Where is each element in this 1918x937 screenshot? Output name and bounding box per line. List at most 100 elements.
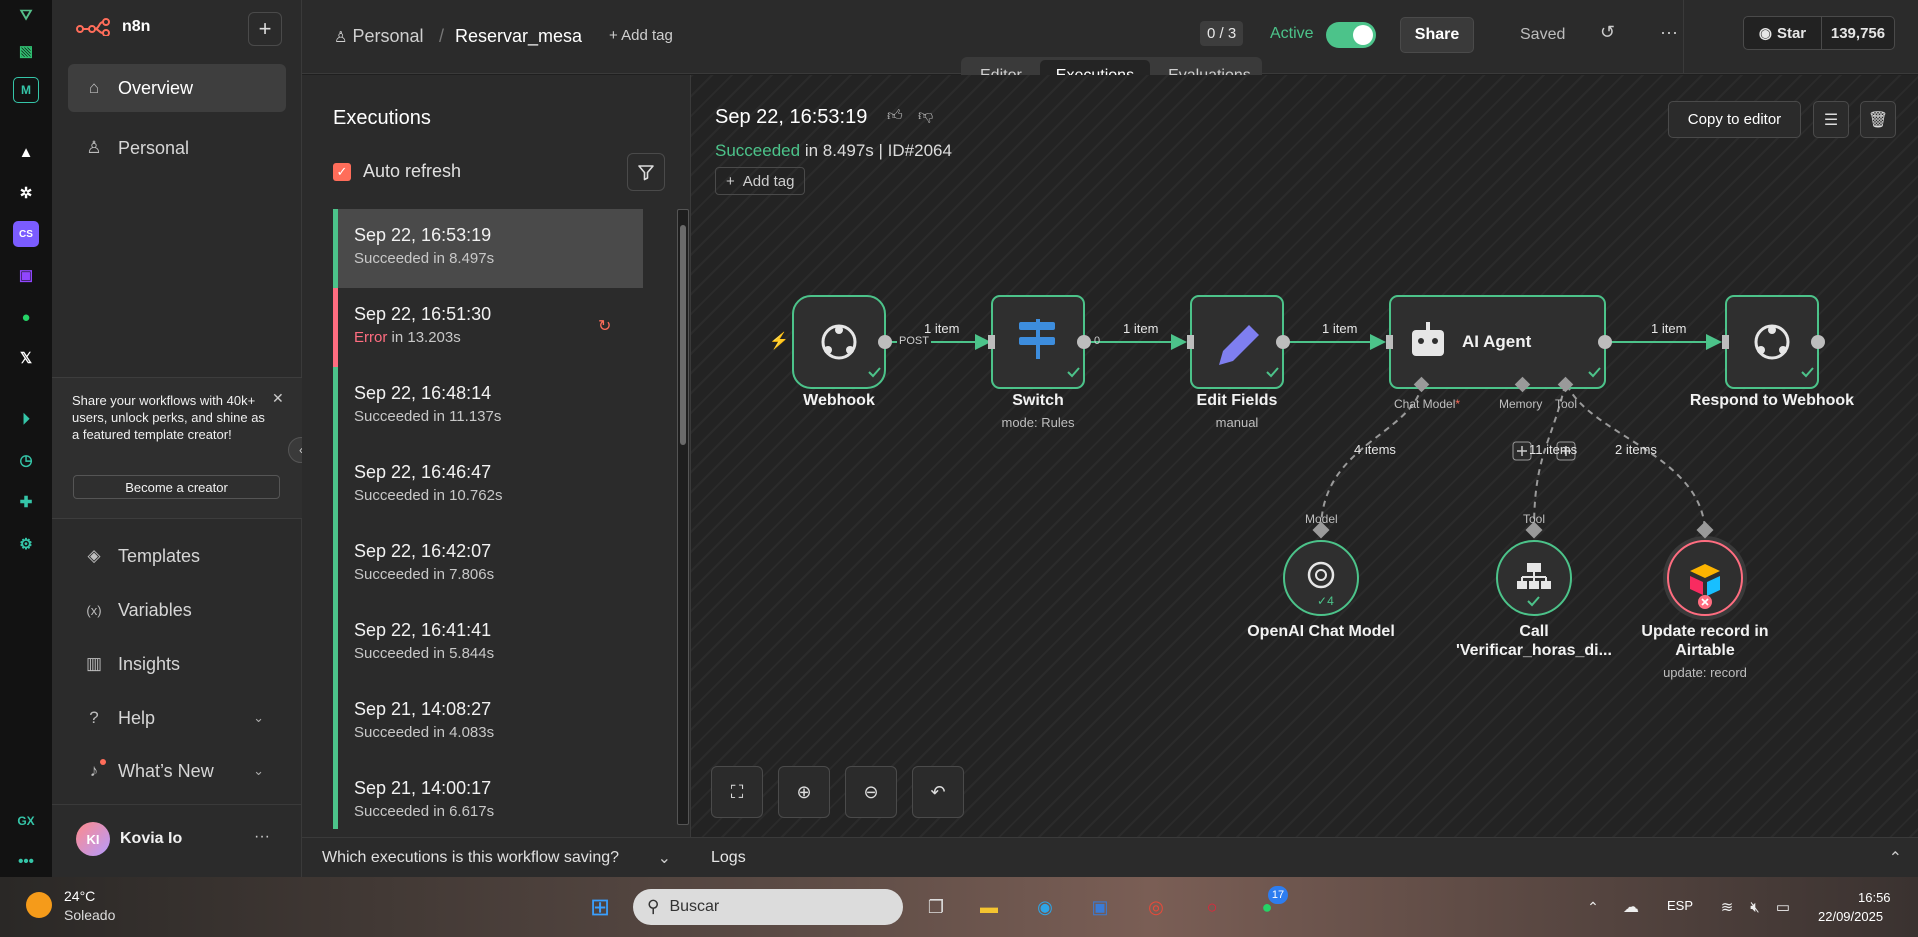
execution-item[interactable]: Sep 21, 14:00:17 Succeeded in 6.617s bbox=[333, 762, 643, 829]
active-label: Active bbox=[1270, 25, 1314, 42]
zoom-in-icon[interactable]: ⊕ bbox=[778, 766, 830, 818]
cs-icon[interactable]: CS bbox=[13, 221, 39, 247]
saved-status: Saved bbox=[1520, 26, 1566, 43]
gx-icon[interactable]: GX bbox=[13, 808, 39, 834]
clock-time[interactable]: 16:56 bbox=[1858, 890, 1891, 905]
edge-label-output: 0 bbox=[1094, 335, 1101, 347]
edge-label-post: POST bbox=[897, 335, 931, 347]
stripes-icon[interactable]: ▧ bbox=[13, 38, 39, 64]
settings-icon[interactable]: ⚙ bbox=[13, 531, 39, 557]
edge-label-items: 2 items bbox=[1615, 442, 1657, 457]
share-button[interactable]: Share bbox=[1400, 17, 1474, 53]
edge-browser-icon[interactable]: ◉ bbox=[1028, 890, 1062, 924]
puzzle-icon[interactable]: ✚ bbox=[13, 489, 39, 515]
battery-icon[interactable]: ▭ bbox=[1766, 890, 1800, 924]
chevron-down-icon: ⌄ bbox=[253, 710, 264, 725]
fit-view-icon[interactable]: ⛶ bbox=[711, 766, 763, 818]
templates-icon: ◈ bbox=[87, 546, 101, 565]
weather-icon[interactable] bbox=[26, 892, 52, 918]
port-model: Model bbox=[1305, 512, 1338, 526]
x-icon[interactable]: 𝕏 bbox=[13, 345, 39, 371]
active-toggle[interactable] bbox=[1326, 22, 1376, 48]
edge-label-items: 1 item bbox=[1651, 321, 1687, 336]
chevron-down-icon: ⌄ bbox=[253, 763, 264, 778]
drive-icon[interactable]: ⛛ bbox=[13, 2, 39, 28]
user-icon: ♙ bbox=[86, 138, 102, 157]
windows-start-icon[interactable]: ⊞ bbox=[583, 890, 617, 924]
execution-item[interactable]: Sep 22, 16:42:07 Succeeded in 7.806s bbox=[333, 525, 643, 604]
execution-item[interactable]: Sep 22, 16:53:19 Succeeded in 8.497s bbox=[333, 209, 643, 288]
nav-templates[interactable]: ◈ Templates bbox=[68, 532, 286, 580]
openai-icon[interactable]: ✲ bbox=[13, 180, 39, 206]
nav-personal[interactable]: ♙ Personal bbox=[68, 124, 286, 172]
filter-button[interactable] bbox=[627, 153, 665, 191]
file-explorer-icon[interactable]: ▬ bbox=[972, 890, 1006, 924]
execution-item[interactable]: Sep 21, 14:08:27 Succeeded in 4.083s bbox=[333, 683, 643, 762]
twitch-icon[interactable]: ▣ bbox=[13, 262, 39, 288]
create-button[interactable]: + bbox=[248, 12, 282, 46]
nav-whats-new[interactable]: ♪ What’s New ⌄ bbox=[68, 747, 286, 795]
task-view-icon[interactable]: ❐ bbox=[919, 890, 953, 924]
executions-panel: Executions ✓ Auto refresh Sep 22, 16:53:… bbox=[302, 75, 691, 837]
execution-status: Succeeded in 7.806s bbox=[354, 566, 643, 583]
port-chat-model-label: Chat Model bbox=[1394, 397, 1456, 411]
more-icon[interactable]: ••• bbox=[13, 848, 39, 874]
workflow-canvas[interactable]: Sep 22, 16:53:19 👍︎ 👎︎ Succeeded in 8.49… bbox=[691, 75, 1918, 837]
taskbar-search[interactable]: ⚲ Buscar bbox=[633, 889, 903, 925]
user-options-icon[interactable]: ··· bbox=[254, 828, 270, 846]
saving-settings-bar[interactable]: Which executions is this workflow saving… bbox=[302, 837, 691, 877]
execution-item[interactable]: Sep 22, 16:41:41 Succeeded in 5.844s bbox=[333, 604, 643, 683]
scrollbar-thumb[interactable] bbox=[680, 225, 686, 445]
workflow-name[interactable]: Reservar_mesa bbox=[455, 26, 582, 47]
reset-zoom-icon[interactable]: ↶ bbox=[912, 766, 964, 818]
execution-item[interactable]: Sep 22, 16:48:14 Succeeded in 11.137s bbox=[333, 367, 643, 446]
whatsapp-icon[interactable]: ● bbox=[13, 304, 39, 330]
language-indicator[interactable]: ESP bbox=[1667, 898, 1693, 913]
executions-scrollbar[interactable] bbox=[675, 209, 691, 825]
active-counter: 0 / 3 bbox=[1200, 21, 1244, 46]
clock-date[interactable]: 22/09/2025 bbox=[1818, 909, 1883, 924]
play-icon[interactable]: ⏵ bbox=[13, 406, 39, 432]
store-icon[interactable]: ▣ bbox=[1083, 890, 1117, 924]
nav-personal-label: Personal bbox=[118, 137, 190, 158]
add-tag-link[interactable]: + Add tag bbox=[609, 27, 673, 44]
filter-icon bbox=[638, 165, 654, 181]
m-app-icon[interactable]: M bbox=[13, 77, 39, 103]
breadcrumb-project[interactable]: ♙ Personal bbox=[334, 26, 424, 47]
nav-insights[interactable]: ▥ Insights bbox=[68, 640, 286, 688]
node-label-ai-agent: AI Agent bbox=[1462, 332, 1532, 351]
nav-overview[interactable]: ⌂ Overview bbox=[68, 64, 286, 112]
close-icon[interactable]: ✕ bbox=[272, 390, 284, 407]
user-menu[interactable]: KI Kovia Io bbox=[76, 822, 182, 856]
nav-variables[interactable]: (x) Variables bbox=[68, 586, 286, 634]
port-memory: Memory bbox=[1499, 397, 1543, 411]
execution-status-label: Succeeded bbox=[354, 645, 430, 662]
history-icon[interactable]: ↺ bbox=[1600, 22, 1615, 43]
execution-item[interactable]: Sep 22, 16:46:47 Succeeded in 10.762s bbox=[333, 446, 643, 525]
n8n-logo[interactable]: n8n bbox=[76, 18, 150, 36]
variables-icon: (x) bbox=[86, 602, 102, 618]
tray-chevron-up-icon[interactable]: ⌃ bbox=[1576, 890, 1610, 924]
chrome-icon[interactable]: ◎ bbox=[1139, 890, 1173, 924]
auto-refresh-checkbox[interactable]: ✓ bbox=[333, 163, 351, 181]
nav-help[interactable]: ? Help ⌄ bbox=[68, 694, 286, 742]
retry-icon[interactable]: ↻ bbox=[598, 316, 611, 336]
execution-duration: in 6.617s bbox=[433, 803, 495, 820]
github-star-count: 139,756 bbox=[1830, 24, 1886, 42]
execution-duration: in 7.806s bbox=[433, 566, 495, 583]
logs-bar[interactable]: Logs ⌃ bbox=[691, 837, 1918, 877]
a-logo-icon[interactable]: ▲ bbox=[13, 139, 39, 165]
clock-icon[interactable]: ◷ bbox=[13, 447, 39, 473]
execution-item[interactable]: Sep 22, 16:51:30 Error in 13.203s ↻ bbox=[333, 288, 643, 367]
more-options-icon[interactable]: ··· bbox=[1660, 22, 1678, 43]
zoom-out-icon[interactable]: ⊖ bbox=[845, 766, 897, 818]
execution-duration: in 13.203s bbox=[391, 329, 461, 346]
saving-question: Which executions is this workflow saving… bbox=[322, 848, 620, 866]
chevron-down-icon: ⌄ bbox=[657, 849, 671, 867]
github-star-button[interactable]: ◉ Star 139,756 bbox=[1743, 16, 1895, 50]
execution-duration: in 10.762s bbox=[433, 487, 503, 504]
opera-icon[interactable]: ○ bbox=[1195, 890, 1229, 924]
onedrive-icon[interactable]: ☁ bbox=[1614, 890, 1648, 924]
node-label-airtable-line2: Airtable bbox=[1675, 642, 1735, 659]
become-creator-button[interactable]: Become a creator bbox=[73, 475, 280, 499]
